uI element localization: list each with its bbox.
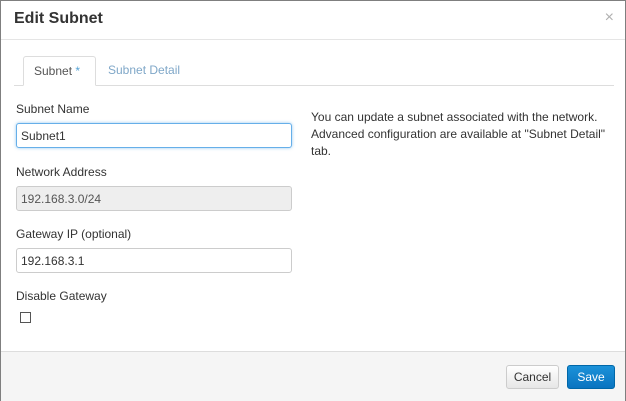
help-text: You can update a subnet associated with … [311,110,606,158]
gateway-ip-label: Gateway IP (optional) [16,227,132,241]
disable-gateway-checkbox[interactable] [20,312,31,323]
required-mark: * [75,64,81,78]
subnet-name-label: Subnet Name [16,102,90,116]
subnet-name-input[interactable] [16,123,292,148]
dialog-footer: Cancel Save [1,351,625,401]
tab-bar: Subnet * Subnet Detail [14,56,614,86]
gateway-ip-input[interactable] [16,248,292,273]
tab-subnet-detail[interactable]: Subnet Detail [98,56,190,84]
edit-subnet-dialog: Edit Subnet × Subnet * Subnet Detail Sub… [0,0,626,401]
disable-gateway-label: Disable Gateway [16,289,107,303]
dialog-title: Edit Subnet [14,10,103,27]
close-icon[interactable]: × [605,10,614,26]
save-button[interactable]: Save [567,365,615,389]
dialog-header: Edit Subnet × [1,1,625,40]
network-address-input [16,186,292,211]
tab-subnet[interactable]: Subnet * [23,56,96,86]
tab-subnet-label: Subnet [34,64,73,78]
network-address-label: Network Address [16,165,107,179]
cancel-button[interactable]: Cancel [506,365,559,389]
